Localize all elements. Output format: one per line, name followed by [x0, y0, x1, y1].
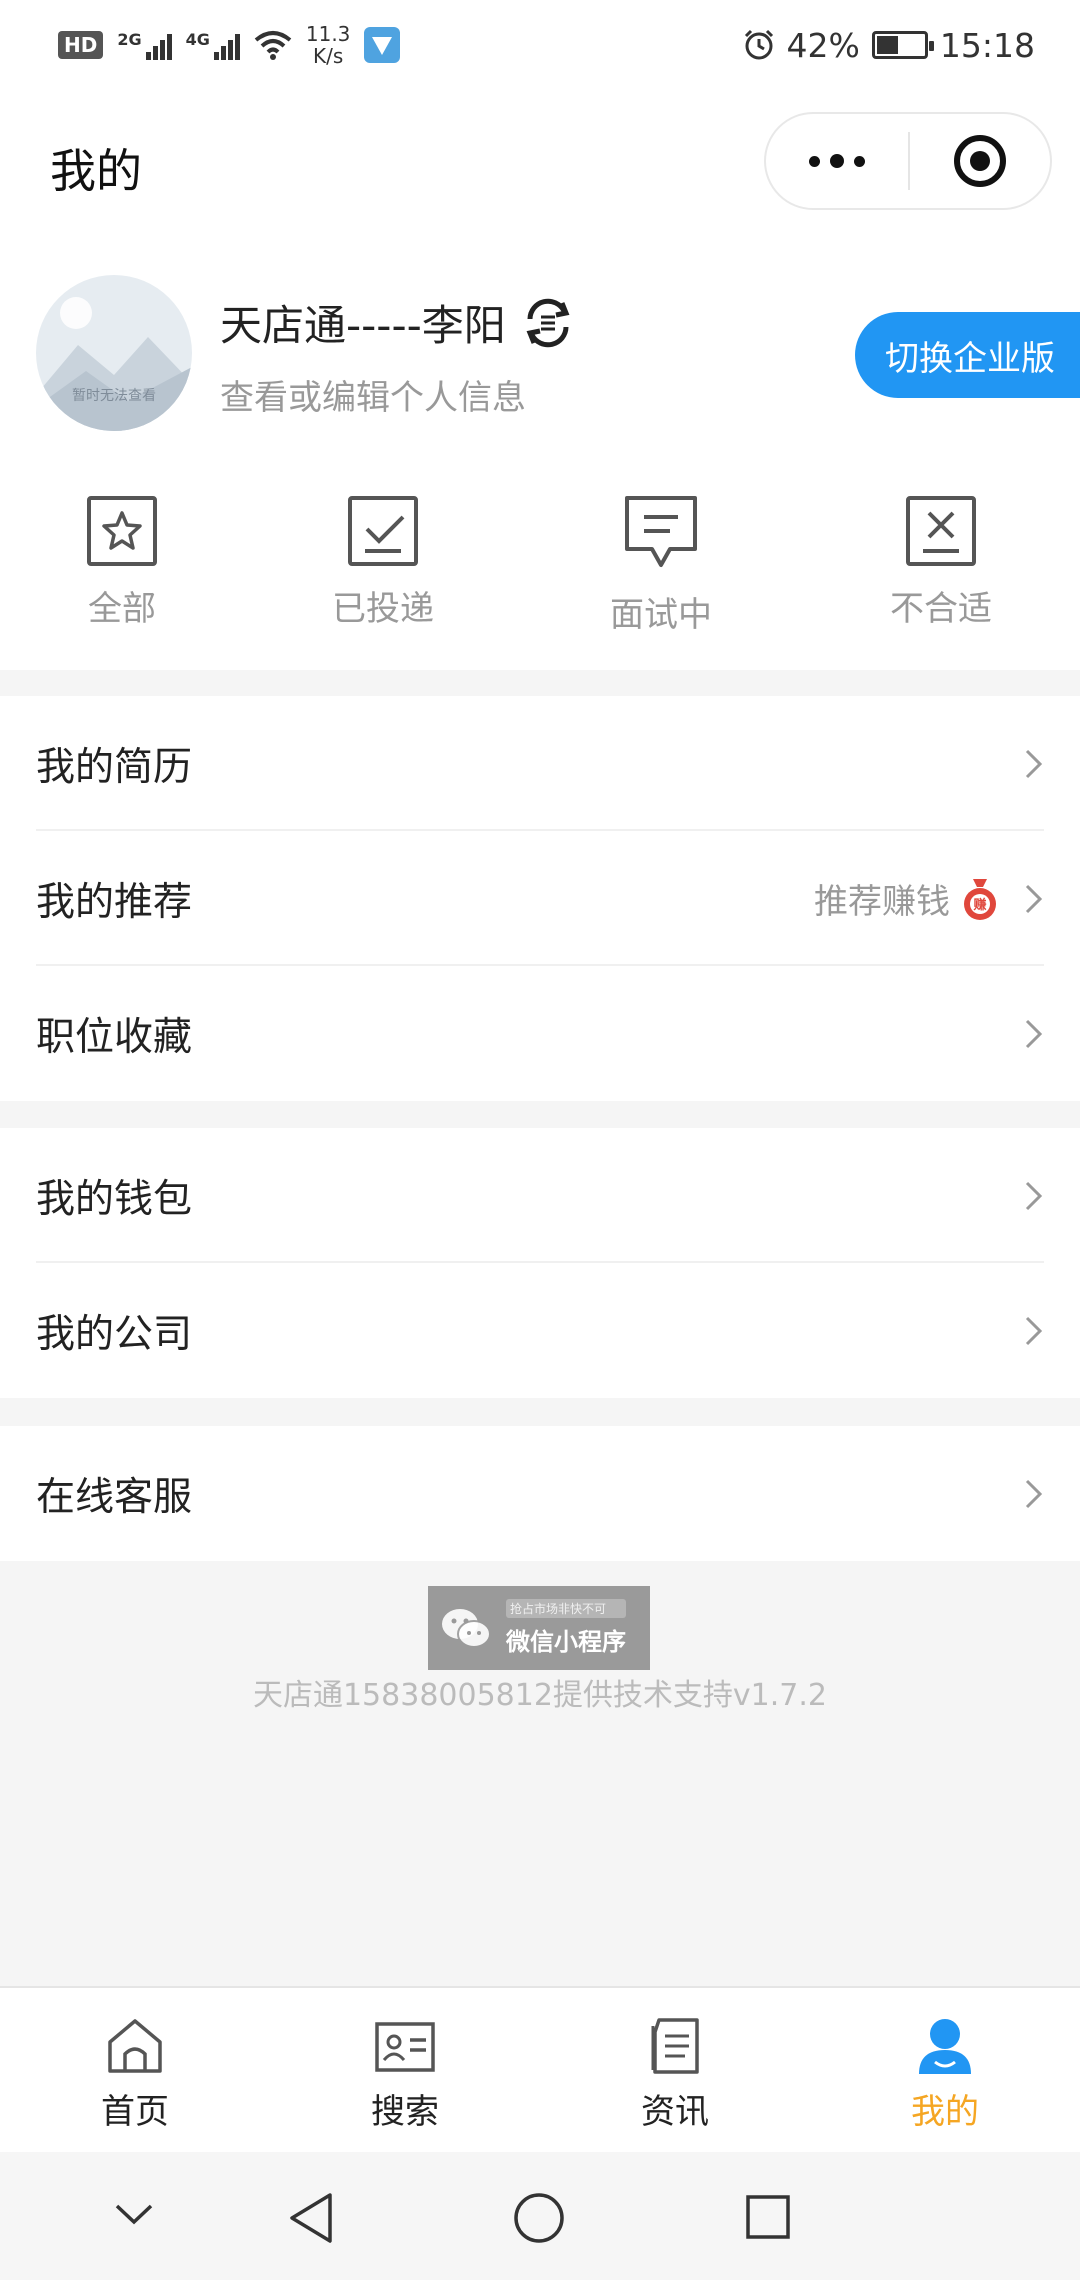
menu-item-company[interactable]: 我的公司	[0, 1263, 1080, 1398]
profile-section: 暂时无法查看 天店通-----李阳 查看或编辑个人信息 切换企业版 全部 已投递…	[0, 240, 1080, 670]
menu-group-3: 在线客服	[0, 1426, 1080, 1561]
chevron-right-icon	[1025, 1316, 1043, 1345]
tech-support-text: 天店通15838005812提供技术支持v1.7.2	[252, 1678, 828, 1713]
menu-item-wallet[interactable]: 我的钱包	[0, 1128, 1080, 1263]
wechat-miniprogram-badge: 抢占市场非快不可 微信小程序	[428, 1586, 650, 1670]
chevron-down-icon[interactable]	[114, 2200, 154, 2230]
hd-badge: HD	[58, 31, 104, 59]
target-icon	[954, 135, 1006, 187]
menu-label: 我的公司	[36, 1311, 193, 1357]
tab-label: 资讯	[641, 2092, 709, 2132]
bottom-tab-bar: 首页 搜索 资讯 我的	[0, 1986, 1080, 2152]
status-submitted[interactable]: 已投递	[283, 495, 483, 630]
back-triangle-icon[interactable]	[288, 2192, 334, 2244]
menu-item-resume[interactable]: 我的简历	[0, 696, 1080, 831]
user-name-row[interactable]: 天店通-----李阳	[220, 292, 574, 353]
user-icon	[919, 2019, 971, 2074]
page-title: 我的	[50, 144, 142, 198]
system-nav-bar	[0, 2152, 1080, 2280]
status-interviewing[interactable]: 面试中	[561, 495, 761, 636]
status-label: 面试中	[610, 595, 712, 635]
tab-label: 我的	[911, 2092, 979, 2132]
chevron-right-icon	[1025, 1019, 1043, 1048]
avatar[interactable]: 暂时无法查看	[36, 275, 192, 431]
user-name: 天店通-----李阳	[220, 301, 506, 350]
menu-item-recommend[interactable]: 我的推荐 推荐赚钱 赚	[0, 831, 1080, 966]
menu-label: 我的简历	[36, 744, 193, 790]
miniprogram-tag: 抢占市场非快不可	[506, 1599, 626, 1618]
home-icon	[108, 2019, 162, 2073]
chevron-right-icon	[1025, 884, 1043, 913]
status-label: 不合适	[890, 589, 992, 629]
placeholder-image-icon	[36, 297, 192, 431]
network-speed: 11.3 K/s	[305, 22, 351, 68]
document-icon	[651, 2018, 699, 2074]
more-options-button[interactable]	[766, 114, 908, 208]
menu-item-customer-service[interactable]: 在线客服	[0, 1426, 1080, 1561]
miniprogram-capsule	[764, 112, 1052, 210]
app-notification-icon	[364, 27, 401, 63]
battery-percent: 42%	[786, 25, 860, 65]
battery-icon	[871, 31, 934, 59]
close-miniprogram-button[interactable]	[910, 114, 1050, 208]
more-dots-icon	[809, 155, 820, 167]
status-label: 全部	[88, 589, 156, 629]
status-bar: HD 2G 4G 11.3 K/s 42% 15:18	[0, 0, 1080, 90]
x-icon	[906, 496, 976, 566]
chevron-right-icon	[1025, 749, 1043, 778]
clock: 15:18	[939, 25, 1035, 65]
tab-search[interactable]: 搜索	[270, 1988, 540, 2154]
id-card-icon	[375, 2022, 435, 2072]
menu-label: 在线客服	[36, 1474, 193, 1520]
menu-item-favorites[interactable]: 职位收藏	[0, 966, 1080, 1101]
tab-mine[interactable]: 我的	[810, 1988, 1080, 2154]
menu-label: 我的钱包	[36, 1176, 193, 1222]
edit-profile-link[interactable]: 查看或编辑个人信息	[220, 370, 526, 419]
title-bar: 我的	[0, 90, 1080, 240]
switch-enterprise-button[interactable]: 切换企业版	[855, 312, 1080, 398]
switch-role-icon[interactable]	[522, 297, 574, 349]
star-icon	[87, 496, 157, 566]
wifi-icon	[254, 31, 292, 60]
check-icon	[348, 496, 418, 566]
signal-4g-icon: 4G	[186, 30, 240, 60]
miniprogram-label: 微信小程序	[506, 1628, 626, 1656]
status-all[interactable]: 全部	[22, 495, 222, 630]
tab-news[interactable]: 资讯	[540, 1988, 810, 2154]
signal-2g-icon: 2G	[117, 30, 172, 60]
menu-label: 职位收藏	[36, 1014, 193, 1060]
chat-icon	[625, 496, 697, 567]
menu-group-1: 我的简历 我的推荐 推荐赚钱 赚 职位收藏	[0, 696, 1080, 1101]
earn-money-hint: 推荐赚钱 赚	[814, 874, 1000, 923]
status-label: 已投递	[332, 589, 434, 629]
avatar-caption: 暂时无法查看	[72, 388, 156, 404]
chevron-right-icon	[1025, 1479, 1043, 1508]
wechat-icon	[442, 1609, 491, 1648]
svg-text:赚: 赚	[972, 897, 986, 913]
chevron-right-icon	[1025, 1181, 1043, 1210]
menu-label: 我的推荐	[36, 879, 193, 925]
application-status-row: 全部 已投递 面试中 不合适	[0, 495, 1080, 645]
home-circle-icon[interactable]	[513, 2192, 565, 2244]
tab-home[interactable]: 首页	[0, 1988, 270, 2154]
alarm-icon	[744, 29, 773, 60]
tab-label: 首页	[101, 2092, 169, 2132]
menu-group-2: 我的钱包 我的公司	[0, 1128, 1080, 1398]
recents-square-icon[interactable]	[745, 2194, 791, 2240]
tab-label: 搜索	[371, 2092, 439, 2132]
money-bag-icon: 赚	[964, 878, 996, 920]
status-rejected[interactable]: 不合适	[841, 495, 1041, 630]
